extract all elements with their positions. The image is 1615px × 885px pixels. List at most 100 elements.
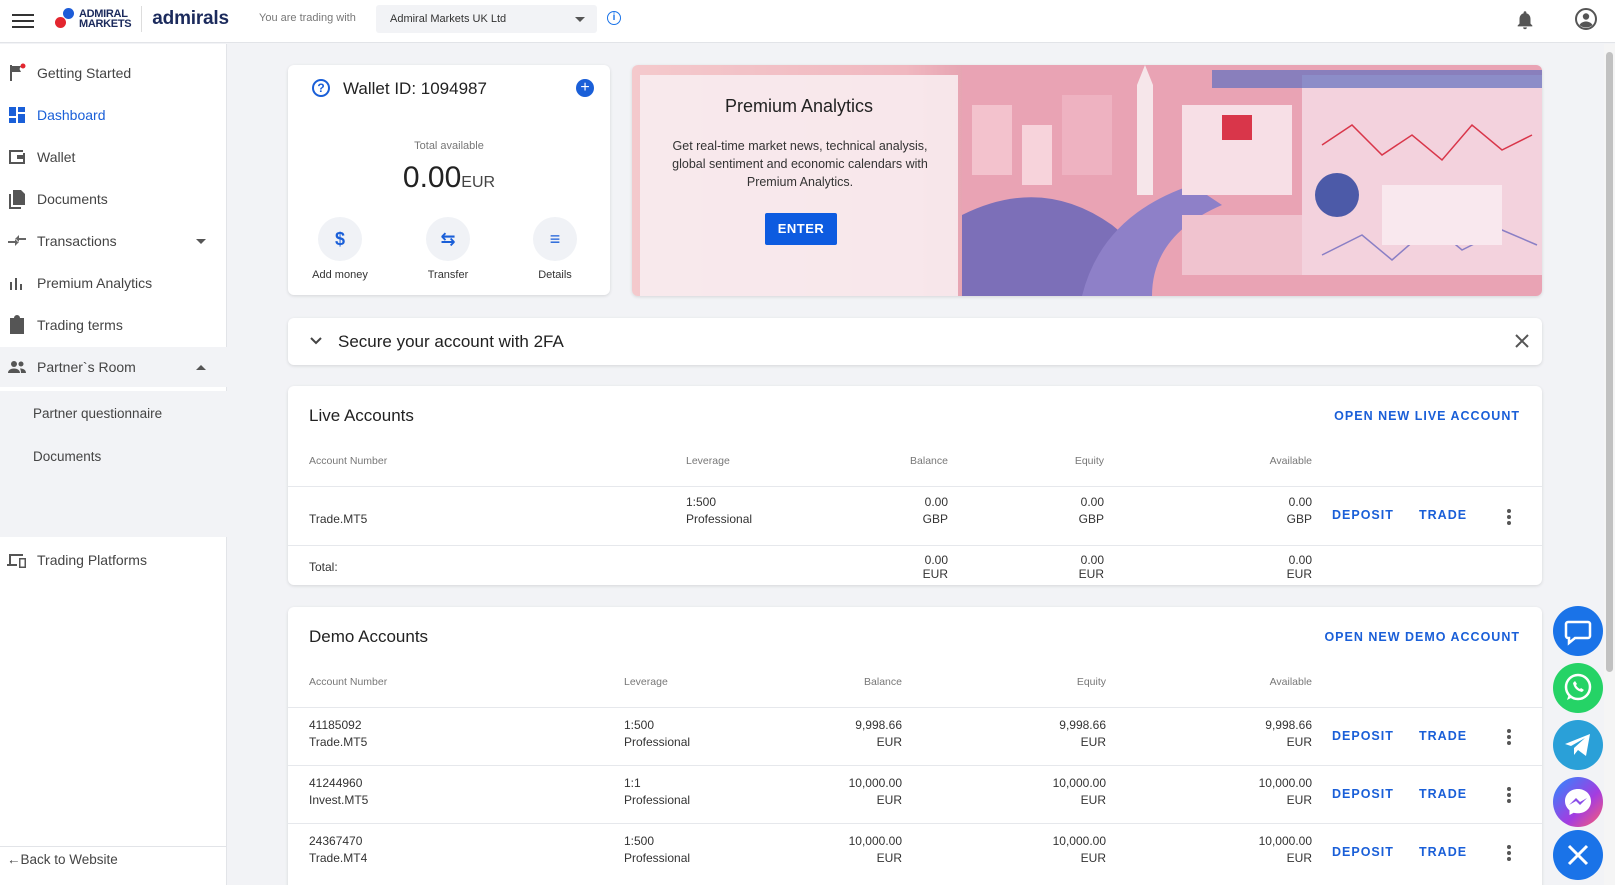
sidebar-item-label: Documents	[37, 191, 108, 207]
leverage: 1:500 Professional	[624, 834, 691, 865]
more-options-icon[interactable]	[1506, 728, 1512, 746]
close-icon	[1567, 844, 1589, 866]
close-icon[interactable]	[1513, 332, 1531, 350]
trade-button[interactable]: TRADE	[1419, 508, 1467, 522]
sidebar-item-label: Getting Started	[37, 65, 132, 81]
entity-select-value: Admiral Markets UK Ltd	[390, 13, 507, 25]
twofa-title: Secure your account with 2FA	[338, 332, 564, 351]
sidebar-item-dashboard[interactable]: Dashboard	[0, 95, 227, 135]
equity: 10,000.00 EUR	[1052, 776, 1106, 807]
account-number: 24367470 Trade.MT4	[309, 834, 368, 865]
balance: 10,000.00 EUR	[848, 834, 902, 865]
brand-name: admirals	[152, 8, 229, 29]
equity: 10,000.00 EUR	[1052, 834, 1106, 865]
total-balance: 0.00 EUR	[922, 553, 948, 581]
account-number: Trade.MT5	[309, 512, 368, 526]
balance: 9,998.66 EUR	[855, 718, 902, 749]
sidebar-item-documents[interactable]: Documents	[0, 179, 227, 219]
close-chat-button[interactable]	[1553, 830, 1603, 880]
leverage: 1:500 Professional	[624, 718, 691, 749]
sidebar-subitem-documents[interactable]: Documents	[33, 449, 101, 464]
trade-button[interactable]: TRADE	[1419, 787, 1467, 801]
deposit-button[interactable]: DEPOSIT	[1332, 845, 1394, 859]
more-options-icon[interactable]	[1506, 508, 1512, 526]
available: 0.00 GBP	[1286, 495, 1312, 526]
entity-select[interactable]: Admiral Markets UK Ltd	[376, 5, 597, 33]
column-header-account-number: Account Number	[309, 676, 388, 688]
deposit-button[interactable]: DEPOSIT	[1332, 508, 1394, 522]
equity: 9,998.66 EUR	[1059, 718, 1106, 749]
sidebar-item-wallet[interactable]: Wallet	[0, 137, 227, 177]
equity: 0.00 GBP	[1078, 495, 1104, 526]
menu-icon[interactable]	[12, 10, 34, 32]
sidebar-item-transactions[interactable]: Transactions	[0, 221, 227, 261]
wallet-icon	[9, 150, 25, 164]
balance: 10,000.00 EUR	[848, 776, 902, 807]
sidebar-item-label: Premium Analytics	[37, 275, 153, 291]
deposit-button[interactable]: DEPOSIT	[1332, 729, 1394, 743]
telegram-button[interactable]	[1553, 720, 1603, 770]
arrow-left-icon: ←	[7, 852, 21, 867]
transfer-button[interactable]: ⇆ Transfer	[408, 217, 488, 281]
total-equity: 0.00 EUR	[1078, 553, 1104, 581]
back-link-label: Back to Website	[20, 852, 118, 867]
chat-button[interactable]	[1553, 606, 1603, 656]
scrollbar-thumb[interactable]	[1606, 52, 1613, 672]
column-header-leverage: Leverage	[686, 455, 730, 467]
deposit-button[interactable]: DEPOSIT	[1332, 787, 1394, 801]
available: 10,000.00 EUR	[1258, 776, 1312, 807]
trading-with-label: You are trading with	[259, 12, 356, 24]
sidebar-item-premium-analytics[interactable]: Premium Analytics	[0, 263, 227, 303]
logo-text: ADMIRAL MARKETS	[79, 8, 132, 30]
dashboard-icon	[9, 107, 25, 123]
whatsapp-button[interactable]	[1553, 663, 1603, 713]
people-icon	[8, 361, 26, 373]
column-header-leverage: Leverage	[624, 676, 668, 688]
wallet-card: ? Wallet ID: 1094987 + Total available 0…	[288, 65, 610, 295]
chat-icon	[1564, 620, 1592, 646]
sidebar-item-trading-terms[interactable]: Trading terms	[0, 305, 227, 345]
bar-chart-icon	[10, 278, 22, 290]
enter-button[interactable]: ENTER	[765, 213, 837, 245]
admiral-markets-logo[interactable]: ADMIRAL MARKETS admirals	[55, 6, 229, 32]
sidebar-item-partners-room[interactable]: Partner`s Room	[0, 347, 227, 387]
clipboard-icon	[10, 315, 24, 334]
user-account-icon[interactable]	[1574, 7, 1598, 31]
add-money-button[interactable]: $ Add money	[300, 217, 380, 281]
open-new-live-account-button[interactable]: OPEN NEW LIVE ACCOUNT	[1334, 409, 1520, 423]
open-new-demo-account-button[interactable]: OPEN NEW DEMO ACCOUNT	[1324, 630, 1520, 644]
total-available: 0.00 EUR	[1286, 553, 1312, 581]
more-options-icon[interactable]	[1506, 844, 1512, 862]
chevron-down-icon[interactable]	[308, 333, 324, 349]
sidebar-item-label: Wallet	[37, 149, 76, 165]
help-icon[interactable]: ?	[312, 79, 330, 97]
sidebar: Getting Started Dashboard Wallet Documen…	[0, 44, 227, 885]
messenger-button[interactable]	[1553, 777, 1603, 827]
trade-button[interactable]: TRADE	[1419, 845, 1467, 859]
whatsapp-icon	[1564, 673, 1592, 701]
flag-icon	[10, 63, 26, 81]
wallet-id: Wallet ID: 1094987	[343, 79, 487, 98]
add-wallet-icon[interactable]: +	[576, 79, 594, 97]
available: 10,000.00 EUR	[1258, 834, 1312, 865]
page-scrollbar[interactable]	[1604, 44, 1615, 885]
sidebar-item-getting-started[interactable]: Getting Started	[0, 53, 227, 93]
total-available-value: 0.00EUR	[288, 161, 610, 195]
documents-icon	[9, 190, 25, 209]
back-to-website-link[interactable]: ←Back to Website	[7, 852, 118, 867]
available: 9,998.66 EUR	[1265, 718, 1312, 749]
dollar-icon: $	[318, 217, 362, 261]
info-icon[interactable]: i	[607, 11, 621, 25]
trade-button[interactable]: TRADE	[1419, 729, 1467, 743]
column-header-balance: Balance	[910, 455, 948, 467]
live-accounts-card: Live Accounts OPEN NEW LIVE ACCOUNT Acco…	[288, 386, 1542, 585]
sidebar-item-trading-platforms[interactable]: Trading Platforms	[0, 540, 227, 580]
bell-icon[interactable]	[1514, 8, 1536, 32]
more-options-icon[interactable]	[1506, 786, 1512, 804]
sidebar-subitem-partner-questionnaire[interactable]: Partner questionnaire	[33, 406, 162, 421]
twofa-card: Secure your account with 2FA	[288, 318, 1542, 365]
details-button[interactable]: ≡ Details	[515, 217, 595, 281]
balance: 0.00 GBP	[922, 495, 948, 526]
column-header-equity: Equity	[1074, 455, 1104, 467]
column-header-available: Available	[1269, 676, 1312, 688]
